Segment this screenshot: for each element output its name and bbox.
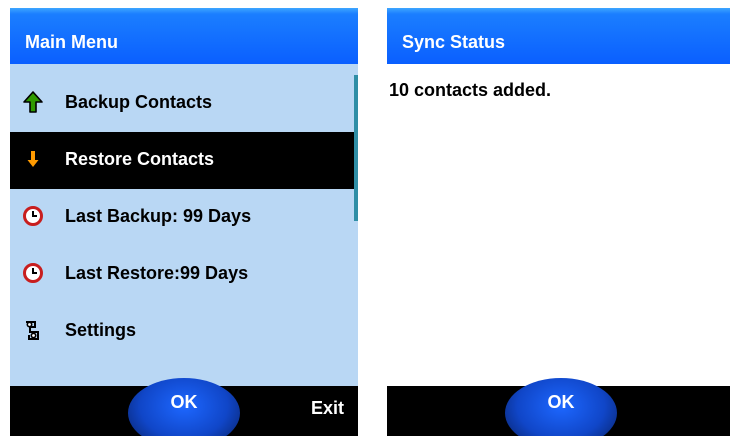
main-menu-screen: Main Menu Backup Contacts Restore Contac… xyxy=(10,8,358,436)
menu-item-last-backup[interactable]: Last Backup: 99 Days xyxy=(10,189,358,246)
ok-button[interactable]: OK xyxy=(128,378,240,436)
menu-item-label: Last Backup: 99 Days xyxy=(65,206,252,226)
softkey-bar: OK xyxy=(387,378,730,436)
exit-button[interactable]: Exit xyxy=(311,398,344,419)
screen-title: Main Menu xyxy=(25,32,118,52)
menu-item-label: Last Restore:99 Days xyxy=(65,263,249,283)
menu-item-restore-contacts[interactable]: Restore Contacts xyxy=(10,132,358,189)
scroll-indicator[interactable] xyxy=(354,75,358,221)
menu-item-label: Restore Contacts xyxy=(65,149,215,169)
ok-button-label: OK xyxy=(170,392,198,412)
orange-down-arrow-icon xyxy=(27,151,39,167)
main-menu-list: Backup Contacts Restore Contacts Last Ba… xyxy=(10,75,358,360)
menu-item-label: Settings xyxy=(65,320,137,340)
sync-status-screen: Sync Status 10 contacts added. OK xyxy=(387,8,730,436)
menu-item-last-restore[interactable]: Last Restore:99 Days xyxy=(10,246,358,303)
sync-status-message: 10 contacts added. xyxy=(389,80,552,100)
clock-icon xyxy=(23,263,43,283)
title-bar: Main Menu xyxy=(10,8,358,64)
menu-item-settings[interactable]: Settings xyxy=(10,303,358,360)
title-bar: Sync Status xyxy=(387,8,730,64)
ok-button[interactable]: OK xyxy=(505,378,617,436)
ok-button-label: OK xyxy=(547,392,575,412)
screen-title: Sync Status xyxy=(402,32,506,52)
menu-item-backup-contacts[interactable]: Backup Contacts xyxy=(10,75,358,132)
menu-item-label: Backup Contacts xyxy=(65,92,213,112)
settings-icon xyxy=(26,321,39,340)
softkey-bar: OK Exit xyxy=(10,378,358,436)
clock-icon xyxy=(23,206,43,226)
green-up-arrow-icon xyxy=(23,91,43,113)
